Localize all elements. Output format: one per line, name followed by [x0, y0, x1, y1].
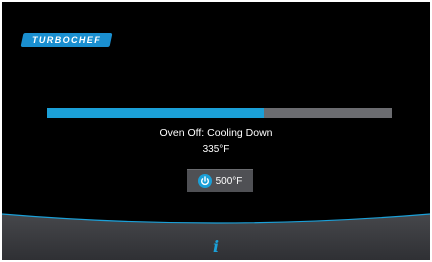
logo-text: TURBOCHEF [31, 35, 102, 45]
status-message: Oven Off: Cooling Down [159, 127, 273, 139]
cooldown-progress-bar [47, 108, 392, 118]
setpoint-power-button[interactable]: 500°F [187, 169, 253, 192]
power-icon [197, 174, 212, 188]
current-temperature: 335°F [202, 144, 230, 155]
oven-screen: TURBOCHEF Oven Off: Cooling Down 335°F 5… [2, 2, 430, 260]
turbochef-logo: TURBOCHEF [20, 33, 113, 47]
setpoint-label: 500°F [215, 175, 243, 187]
progress-fill [47, 108, 265, 118]
info-icon[interactable]: i [206, 236, 226, 256]
info-glyph: i [212, 236, 220, 256]
